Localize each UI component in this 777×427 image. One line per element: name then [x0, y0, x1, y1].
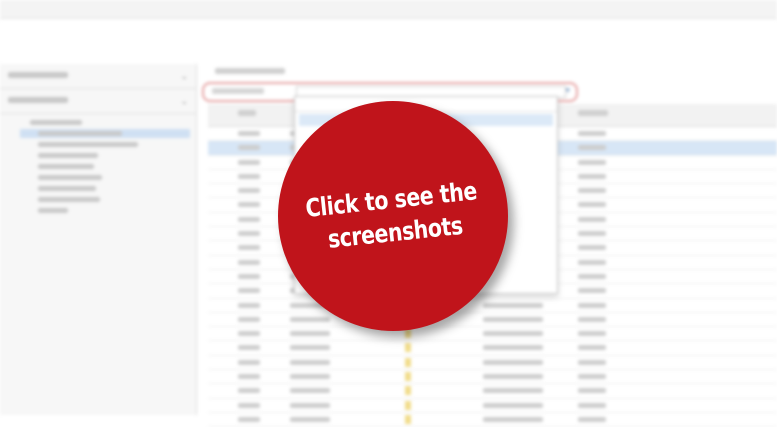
- table-cell: [483, 388, 543, 394]
- table-cell: [290, 402, 330, 408]
- tree-item[interactable]: [20, 206, 190, 215]
- table-row[interactable]: [208, 299, 777, 313]
- table-cell: [578, 316, 606, 322]
- table-cell: [238, 131, 260, 136]
- table-cell: [238, 359, 260, 365]
- table-cell: [238, 345, 260, 351]
- table-row[interactable]: [208, 370, 777, 385]
- tree-item-selected[interactable]: [20, 129, 190, 138]
- table-cell: [290, 388, 330, 394]
- table-cell: [578, 288, 606, 294]
- row-marker: [405, 400, 411, 410]
- row-marker: [405, 386, 411, 396]
- table-cell: [290, 331, 330, 337]
- row-marker: [405, 343, 411, 353]
- table-cell: [483, 374, 543, 380]
- table-cell: [238, 402, 260, 408]
- dropdown-arrow-icon[interactable]: ▾: [565, 85, 570, 96]
- table-cell: [290, 359, 330, 365]
- table-cell: [578, 273, 606, 279]
- table-cell: [483, 416, 543, 422]
- row-marker: [405, 372, 411, 382]
- table-cell: [483, 316, 543, 322]
- tree-item[interactable]: [20, 184, 190, 193]
- tree-item[interactable]: [20, 151, 190, 160]
- table-cell: [238, 188, 260, 194]
- table-cell: [238, 374, 260, 380]
- table-cell: [290, 345, 330, 351]
- tree-root-item[interactable]: [20, 118, 190, 127]
- table-cell: [483, 359, 543, 365]
- table-cell: [238, 388, 260, 394]
- table-cell: [578, 416, 606, 422]
- table-cell: [578, 216, 606, 222]
- table-cell: [578, 131, 606, 136]
- table-row[interactable]: [208, 341, 777, 356]
- table-row[interactable]: [208, 313, 777, 328]
- table-cell: [578, 231, 606, 237]
- section-label-blurred: [215, 68, 285, 74]
- table-row[interactable]: [208, 384, 777, 399]
- table-cell: [238, 173, 260, 179]
- table-row[interactable]: [208, 327, 777, 342]
- table-cell: [578, 188, 606, 194]
- table-cell: [290, 374, 330, 380]
- table-cell: [578, 245, 606, 251]
- table-cell: [238, 288, 260, 294]
- table-cell: [578, 145, 606, 151]
- search-placeholder-blurred: [212, 88, 264, 94]
- table-cell: [578, 259, 606, 265]
- sidebar-section-label: [8, 72, 68, 78]
- tree-item[interactable]: [20, 195, 190, 204]
- navigation-tree: [20, 118, 190, 217]
- table-cell: [238, 145, 260, 151]
- table-cell: [578, 331, 606, 337]
- table-cell: [578, 402, 606, 408]
- table-cell: [238, 273, 260, 279]
- table-cell: [483, 302, 543, 308]
- chevron-icon: ⌄: [180, 71, 188, 81]
- table-cell: [238, 316, 260, 322]
- table-cell: [578, 302, 606, 308]
- table-cell: [483, 345, 543, 351]
- table-cell: [238, 216, 260, 222]
- column-header[interactable]: [238, 110, 256, 116]
- table-cell: [238, 259, 260, 265]
- column-header[interactable]: [578, 110, 608, 116]
- table-cell: [578, 374, 606, 380]
- tree-item[interactable]: [20, 140, 190, 149]
- row-marker: [405, 357, 411, 367]
- table-cell: [578, 388, 606, 394]
- sidebar: ⌄ ⌄: [0, 64, 197, 415]
- table-row[interactable]: [208, 399, 777, 413]
- sidebar-section-label: [8, 97, 68, 103]
- table-cell: [238, 159, 260, 165]
- table-cell: [578, 202, 606, 208]
- tree-item[interactable]: [20, 173, 190, 182]
- table-row[interactable]: [208, 413, 777, 427]
- table-cell: [238, 202, 260, 208]
- chevron-icon: ⌄: [180, 96, 188, 106]
- title-bar: ​: [0, 0, 777, 19]
- table-cell: [578, 345, 606, 351]
- table-row[interactable]: [208, 356, 777, 371]
- row-marker: [405, 329, 411, 339]
- table-cell: [578, 359, 606, 365]
- sidebar-section[interactable]: ⌄: [0, 64, 196, 89]
- table-cell: [578, 159, 606, 165]
- tree-item[interactable]: [20, 162, 190, 171]
- table-cell: [290, 416, 330, 422]
- row-marker: [405, 414, 411, 424]
- table-cell: [238, 331, 260, 337]
- table-cell: [238, 302, 260, 308]
- table-cell: [578, 173, 606, 179]
- table-cell: [238, 231, 260, 237]
- table-cell: [238, 245, 260, 251]
- sidebar-section[interactable]: ⌄: [0, 89, 196, 114]
- table-cell: [238, 416, 260, 422]
- table-cell: [290, 316, 330, 322]
- table-cell: [483, 402, 543, 408]
- table-cell: [483, 331, 543, 337]
